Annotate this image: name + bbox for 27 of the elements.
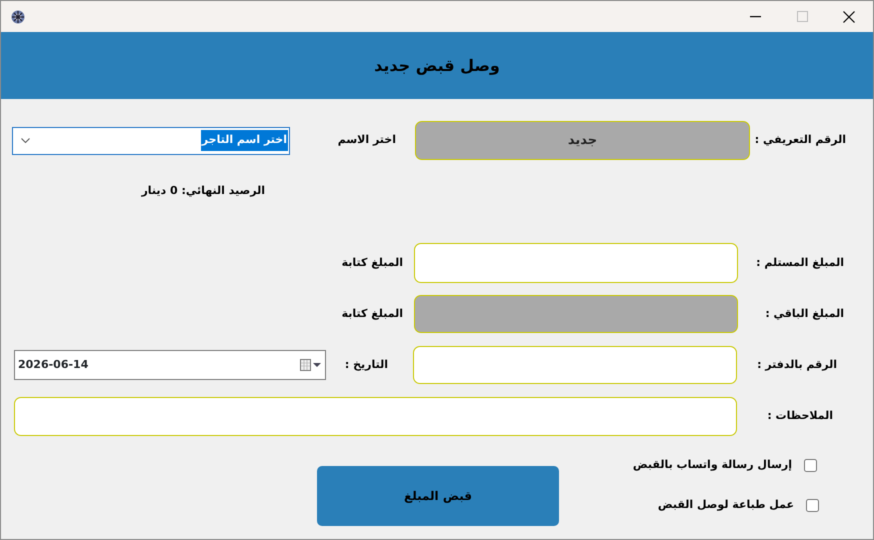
close-icon[interactable] [843,10,855,22]
checkbox-label: إرسال رسالة واتساب بالقبض [632,456,792,473]
chevron-icon [21,138,30,143]
field-label: المبلغ الباقي : [765,306,844,322]
field-label: اختر الاسم [338,132,396,148]
field-label: الرقم بالدفتر : [757,356,837,373]
field-label: المبلغ المستلم : [756,254,844,271]
field-label: الرقم التعريفي : [754,132,846,148]
app-icon [10,8,26,24]
checkbox[interactable] [806,498,819,512]
field-label: الملاحظات : [767,408,833,424]
checkbox[interactable] [804,458,817,472]
field-label: المبلغ كتابة [342,306,403,322]
maximize-icon[interactable] [797,11,808,22]
submit-button[interactable]: قبض المبلغ [317,466,559,526]
field-label: المبلغ كتابة [342,254,403,271]
date-picker[interactable]: 2026-06-14 [14,350,326,380]
balance-text: الرصيد النهائي: 0 دينار [141,182,265,199]
name-dropdown[interactable]: اختر اسم التاجر [12,126,290,154]
field-label: التاريخ : [344,356,388,373]
checkbox-label: عمل طباعة لوصل القبض [658,496,794,513]
form-title: وصل قبض جديد [374,54,500,77]
input-field[interactable] [414,243,738,283]
input-field[interactable] [14,397,737,436]
minimize-icon[interactable] [750,16,762,18]
input-field[interactable] [413,346,737,384]
calendar-icon [300,359,322,371]
